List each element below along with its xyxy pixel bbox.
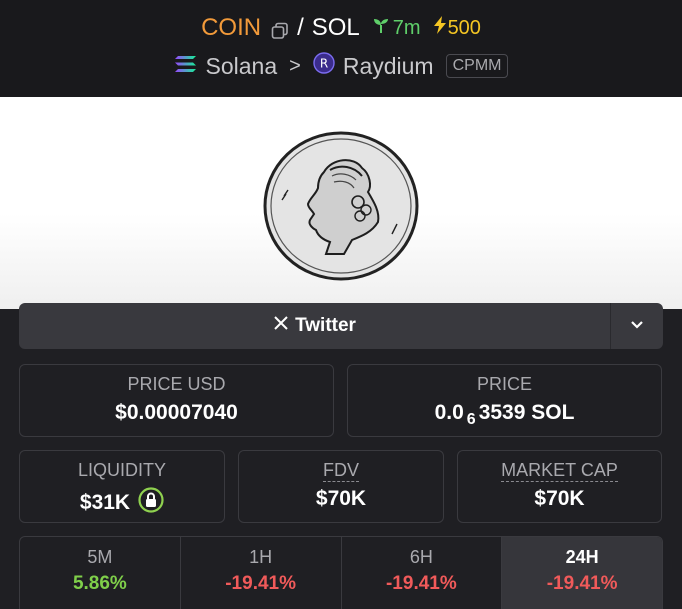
price-native-prefix: 0.0: [434, 401, 464, 424]
tab-1h[interactable]: 1H -19.41%: [181, 537, 342, 609]
twitter-button[interactable]: Twitter: [19, 303, 610, 349]
market-cap-value: $70K: [534, 487, 585, 510]
tab-6h[interactable]: 6H -19.41%: [342, 537, 503, 609]
price-usd-card: PRICE USD $0.00007040: [19, 364, 334, 437]
lightning-icon: [433, 15, 447, 41]
raydium-icon: R: [313, 52, 335, 80]
twitter-label: Twitter: [295, 315, 356, 336]
chevron-down-icon: [630, 317, 644, 335]
seedling-icon: [372, 16, 390, 40]
price-native-value: 3539 SOL: [478, 401, 575, 424]
price-native-zero-count: 6: [466, 411, 476, 428]
dex-link[interactable]: Raydium: [343, 53, 434, 80]
price-change-value: -19.41%: [546, 573, 618, 594]
pair-header: COIN / SOL 7m 500 Solana > R Raydium CPM…: [0, 0, 682, 97]
period-label: 6H: [409, 547, 433, 567]
price-usd-value: $0.00007040: [115, 401, 238, 424]
market-cap-label[interactable]: MARKET CAP: [501, 460, 618, 482]
chain-link[interactable]: Solana: [206, 53, 278, 80]
chevron-right-icon: >: [289, 54, 301, 77]
price-usd-label: PRICE USD: [127, 374, 226, 394]
price-change-value: 5.86%: [72, 573, 127, 594]
solana-icon: [174, 53, 198, 80]
price-change-value: -19.41%: [225, 573, 297, 594]
boost-count[interactable]: 500: [433, 15, 481, 41]
liquidity-value: $31K: [79, 491, 131, 514]
quote-token-symbol: SOL: [311, 14, 360, 41]
tab-24h[interactable]: 24H -19.41%: [502, 537, 662, 609]
period-label: 24H: [565, 547, 599, 567]
period-label: 1H: [249, 547, 273, 567]
liquidity-card: LIQUIDITY $31K: [19, 450, 225, 523]
pair-age-value: 7m: [392, 16, 421, 39]
twitter-link-bar: Twitter: [19, 303, 663, 349]
fdv-label[interactable]: FDV: [323, 460, 359, 482]
price-change-value: -19.41%: [385, 573, 457, 594]
fdv-card: FDV $70K: [238, 450, 444, 523]
price-change-tabs: 5M 5.86% 1H -19.41% 6H -19.41% 24H -19.4…: [19, 536, 663, 609]
pair-title: COIN / SOL 7m 500: [0, 14, 682, 42]
fdv-value: $70K: [315, 487, 367, 510]
copy-icon[interactable]: [271, 19, 289, 39]
links-dropdown-button[interactable]: [611, 303, 663, 349]
x-logo-icon: [273, 315, 289, 337]
base-token-symbol[interactable]: COIN: [201, 14, 261, 42]
price-native-label: PRICE: [476, 374, 532, 394]
pool-type-badge: CPMM: [445, 54, 509, 78]
boost-count-value: 500: [447, 16, 481, 39]
liquidity-label: LIQUIDITY: [77, 460, 166, 480]
svg-text:R: R: [320, 57, 328, 71]
coin-image: [263, 131, 419, 281]
tab-5m[interactable]: 5M 5.86%: [20, 537, 181, 609]
period-label: 5M: [87, 547, 113, 567]
lock-icon[interactable]: [138, 487, 164, 519]
market-cap-card: MARKET CAP $70K: [457, 450, 662, 523]
pair-separator: /: [297, 14, 304, 41]
chain-dex-breadcrumb: Solana > R Raydium CPMM: [0, 52, 682, 80]
price-native-card: PRICE 0.0 6 3539 SOL: [347, 364, 662, 437]
pair-age: 7m: [372, 16, 421, 40]
